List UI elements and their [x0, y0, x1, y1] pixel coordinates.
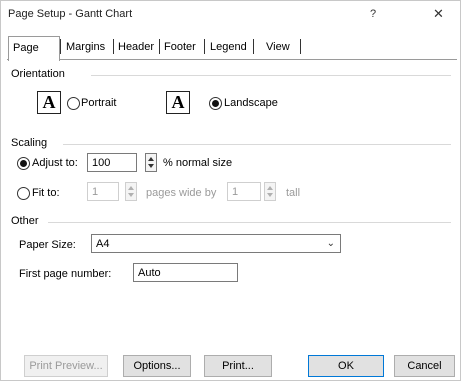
first-page-label: First page number: [19, 268, 112, 280]
landscape-label[interactable]: Landscape [224, 97, 278, 109]
title-bar: Page Setup - Gantt Chart ? ✕ [1, 1, 460, 29]
normal-size-label: % normal size [163, 157, 233, 169]
divider [48, 222, 451, 223]
paper-size-label: Paper Size: [19, 239, 76, 251]
tab-strip-line [7, 59, 457, 60]
scaling-label: Scaling [11, 137, 48, 149]
tab-view[interactable]: View [266, 41, 290, 53]
spin-down-icon[interactable] [267, 193, 273, 197]
tab-footer[interactable]: Footer [164, 41, 196, 53]
ok-button[interactable]: OK [308, 355, 384, 377]
options-button[interactable]: Options... [123, 355, 191, 377]
portrait-radio[interactable] [67, 97, 80, 110]
landscape-radio[interactable] [209, 97, 222, 110]
cancel-button[interactable]: Cancel [394, 355, 455, 377]
fit-tall-spinner[interactable] [264, 182, 276, 201]
fit-wide-spinner[interactable] [125, 182, 137, 201]
adjust-to-radio[interactable] [17, 157, 30, 170]
first-page-input[interactable]: Auto [133, 263, 238, 282]
tab-legend[interactable]: Legend [210, 41, 247, 53]
fit-tall-input[interactable]: 1 [227, 182, 261, 201]
spin-up-icon[interactable] [267, 186, 273, 190]
fit-to-radio[interactable] [17, 187, 30, 200]
adjust-to-spinner[interactable] [145, 153, 157, 172]
tab-header[interactable]: Header [118, 41, 154, 53]
paper-size-select[interactable]: A4 ⌄ [91, 234, 341, 253]
orientation-label: Orientation [11, 68, 65, 80]
chevron-down-icon: ⌄ [326, 238, 335, 249]
paper-size-value: A4 [96, 238, 110, 250]
spin-down-icon[interactable] [128, 193, 134, 197]
pages-wide-by-label: pages wide by [146, 187, 217, 199]
fit-wide-value: 1 [92, 186, 99, 198]
fit-wide-input[interactable]: 1 [87, 182, 119, 201]
adjust-to-label[interactable]: Adjust to: [32, 157, 78, 169]
print-preview-button[interactable]: Print Preview... [24, 355, 108, 377]
adjust-to-input[interactable]: 100 [87, 153, 137, 172]
other-label: Other [11, 215, 39, 227]
tab-separator [113, 39, 114, 54]
tab-separator [253, 39, 254, 54]
spin-up-icon[interactable] [148, 157, 154, 161]
spin-down-icon[interactable] [148, 164, 154, 168]
landscape-a-icon: A [166, 91, 190, 114]
portrait-a-icon: A [37, 91, 61, 114]
adjust-to-value: 100 [92, 157, 111, 169]
tab-separator [300, 39, 301, 54]
close-icon[interactable]: ✕ [433, 6, 444, 22]
divider [63, 144, 451, 145]
divider [91, 75, 451, 76]
first-page-value: Auto [138, 267, 161, 279]
tab-page[interactable]: Page [8, 36, 60, 61]
portrait-label[interactable]: Portrait [81, 97, 116, 109]
tall-label: tall [286, 187, 301, 199]
tab-margins[interactable]: Margins [66, 41, 105, 53]
tab-separator [159, 39, 160, 54]
spin-up-icon[interactable] [128, 186, 134, 190]
help-button[interactable]: ? [370, 8, 376, 20]
print-button[interactable]: Print... [204, 355, 272, 377]
tab-separator [204, 39, 205, 54]
tab-page-label: Page [13, 42, 39, 54]
page-setup-dialog: Page Setup - Gantt Chart ? ✕ Page Margin… [0, 0, 461, 381]
fit-tall-value: 1 [232, 186, 239, 198]
tab-separator [60, 39, 61, 54]
dialog-title: Page Setup - Gantt Chart [8, 8, 133, 20]
fit-to-label[interactable]: Fit to: [32, 187, 60, 199]
